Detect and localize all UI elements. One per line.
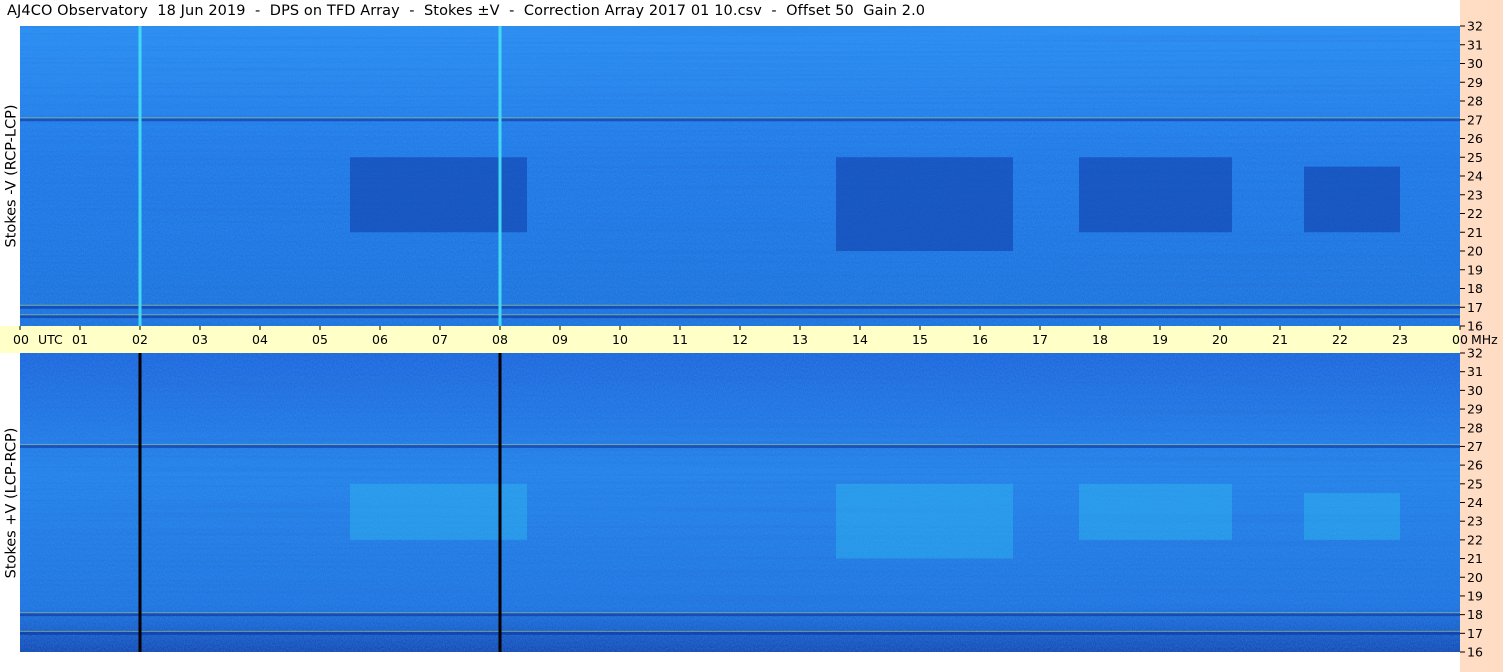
- dark-region-3: [1304, 166, 1400, 233]
- freq-tick-label: 24: [1467, 495, 1483, 510]
- rfi-band-dark-2: [20, 315, 1460, 319]
- freq-tick-label: 23: [1467, 187, 1483, 202]
- time-tick-label: 04: [252, 332, 268, 347]
- freq-tick-label: 32: [1467, 19, 1483, 34]
- time-tick-label: 14: [852, 332, 868, 347]
- time-tick-label: 22: [1332, 332, 1348, 347]
- vertical-line-1: [498, 353, 502, 652]
- bottom-panel-ylabel: Stokes +V (LCP-RCP): [2, 427, 19, 578]
- time-tick-label: 15: [912, 332, 928, 347]
- freq-tick-label: 21: [1467, 551, 1483, 566]
- vertical-line-0: [138, 26, 142, 326]
- freq-tick-label: 30: [1467, 56, 1483, 71]
- freq-tick-label: 19: [1467, 588, 1483, 603]
- time-tick-label: 16: [972, 332, 988, 347]
- freq-tick-label: 18: [1467, 607, 1483, 622]
- time-tick-label: 19: [1152, 332, 1168, 347]
- time-axis-band: [0, 326, 1460, 353]
- freq-tick-label: 27: [1467, 112, 1483, 127]
- time-tick-label: 13: [792, 332, 808, 347]
- freq-tick-label: 22: [1467, 206, 1483, 221]
- time-tick-label: 20: [1212, 332, 1228, 347]
- freq-tick-label: 32: [1467, 346, 1483, 361]
- rfi-band-dark-1: [20, 305, 1460, 309]
- time-tick-label: 23: [1392, 332, 1408, 347]
- freq-tick-label: 17: [1467, 300, 1483, 315]
- time-tick-label: 00: [13, 332, 29, 347]
- rfi-band-dark-0: [20, 118, 1460, 122]
- freq-tick-label: 19: [1467, 262, 1483, 277]
- freq-tick-label: 29: [1467, 75, 1483, 90]
- spectrogram-chart: 32 31 30 29 28 27 26 25 24 23 22 21 20 19 18 17 16 32 31 30…: [0, 0, 1503, 672]
- freq-tick-label: 26: [1467, 458, 1483, 473]
- freq-tick-label: 25: [1467, 476, 1483, 491]
- top-panel-ylabel: Stokes -V (RCP-LCP): [3, 104, 20, 248]
- vertical-line-1: [498, 26, 502, 326]
- freq-tick-label: 20: [1467, 570, 1483, 585]
- freq-tick-label: 24: [1467, 169, 1483, 184]
- time-tick-label: 01: [72, 332, 88, 347]
- freq-tick-label: 30: [1467, 383, 1483, 398]
- vertical-line-0: [138, 353, 142, 652]
- top-panel: [20, 26, 1460, 326]
- dark-region-2: [1079, 157, 1232, 233]
- bottom-panel-striations: [20, 353, 1460, 652]
- time-tick-label: 12: [732, 332, 748, 347]
- dark-region-1: [836, 157, 1013, 251]
- spectrogram-window: AJ4CO Observatory 18 Jun 2019 - DPS on T…: [0, 0, 1503, 672]
- freq-tick-label: 31: [1467, 364, 1483, 379]
- time-tick-label: 03: [192, 332, 208, 347]
- freq-tick-label: 23: [1467, 514, 1483, 529]
- freq-tick-label: 20: [1467, 244, 1483, 259]
- rfi-band-light-0: [20, 443, 1460, 446]
- time-tick-label: 10: [612, 332, 628, 347]
- time-tick-label: 09: [552, 332, 568, 347]
- rfi-band-dark-2: [20, 631, 1460, 635]
- time-tick-label: MHz: [1471, 332, 1498, 347]
- time-tick-label: 02: [132, 332, 148, 347]
- time-tick-label: 11: [672, 332, 688, 347]
- freq-tick-label: 25: [1467, 150, 1483, 165]
- bottom-panel: [20, 353, 1460, 652]
- freq-tick-label: 27: [1467, 439, 1483, 454]
- freq-tick-label: 31: [1467, 37, 1483, 52]
- time-tick-label: 08: [492, 332, 508, 347]
- light-region-3: [1304, 493, 1400, 540]
- time-tick-label: 06: [372, 332, 388, 347]
- time-tick-label: 21: [1272, 332, 1288, 347]
- time-tick-label: UTC: [38, 332, 63, 347]
- freq-tick-label: 28: [1467, 94, 1483, 109]
- rfi-band-light-2: [20, 630, 1460, 633]
- time-tick-label: 00: [1452, 332, 1468, 347]
- freq-tick-label: 28: [1467, 420, 1483, 435]
- freq-tick-label: 17: [1467, 626, 1483, 641]
- rfi-band-light-1: [20, 612, 1460, 614]
- time-tick-label: 17: [1032, 332, 1048, 347]
- light-region-2: [1079, 483, 1232, 540]
- freq-tick-label: 26: [1467, 131, 1483, 146]
- freq-tick-label: 29: [1467, 402, 1483, 417]
- top-panel-striations: [20, 26, 1460, 326]
- freq-tick-label: 18: [1467, 281, 1483, 296]
- freq-tick-label: 22: [1467, 532, 1483, 547]
- time-tick-label: 05: [312, 332, 328, 347]
- rfi-band-light-2: [20, 314, 1460, 316]
- freq-tick-label: 21: [1467, 225, 1483, 240]
- rfi-band-light-1: [20, 304, 1460, 306]
- rfi-band-dark-1: [20, 613, 1460, 617]
- time-tick-label: 18: [1092, 332, 1108, 347]
- rfi-band-dark-0: [20, 444, 1460, 448]
- rfi-band-light-0: [20, 117, 1460, 119]
- freq-tick-label: 16: [1467, 645, 1483, 660]
- light-region-1: [836, 483, 1013, 559]
- time-tick-label: 07: [432, 332, 448, 347]
